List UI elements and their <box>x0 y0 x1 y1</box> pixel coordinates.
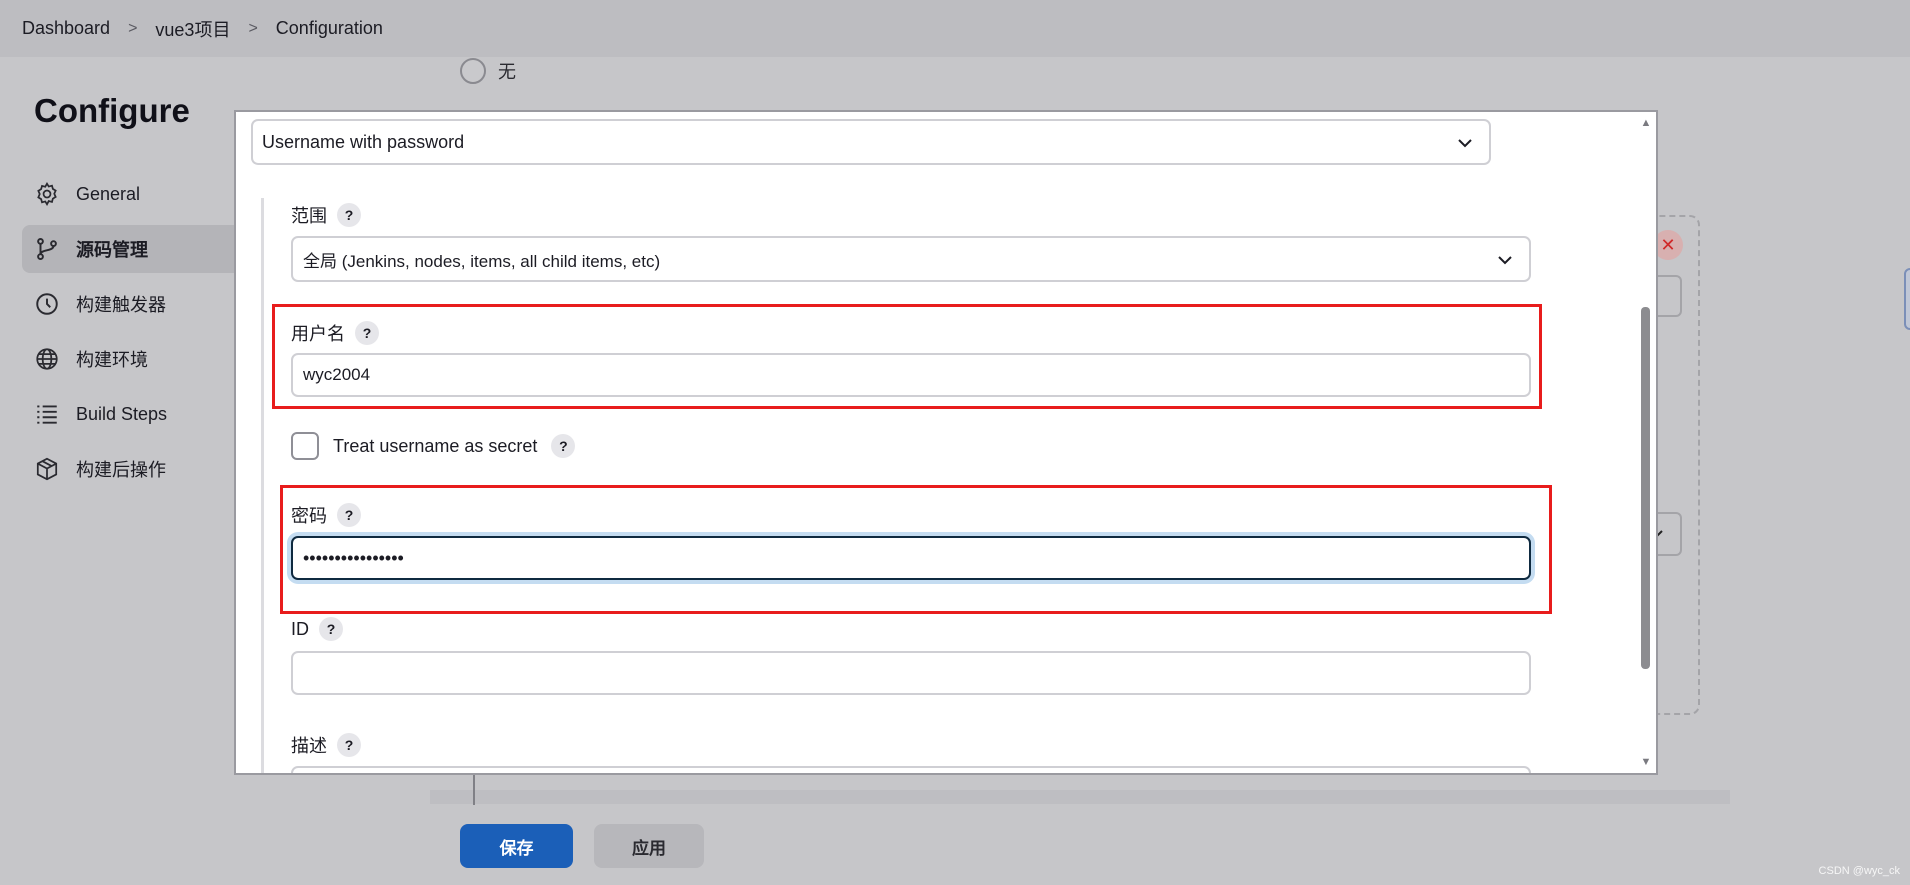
field-group-bar <box>261 198 264 773</box>
username-secret-row: Treat username as secret ? <box>291 432 576 460</box>
divider <box>473 770 475 805</box>
description-label-text: 描述 <box>291 736 327 756</box>
source-none-radio[interactable]: 无 <box>460 58 516 84</box>
dialog-content: Username with password 范围 ? 全局 (Jenkins,… <box>236 112 1640 773</box>
branch-icon <box>34 236 60 262</box>
password-label: 密码 ? <box>291 502 361 528</box>
divider <box>430 790 1730 804</box>
help-icon[interactable]: ? <box>319 617 343 641</box>
id-label: ID ? <box>291 617 343 641</box>
scroll-up-icon[interactable]: ▲ <box>1640 117 1652 129</box>
clock-icon <box>34 291 60 317</box>
description-input[interactable] <box>291 766 1531 773</box>
id-label-text: ID <box>291 618 309 639</box>
username-secret-label: Treat username as secret <box>333 435 538 456</box>
sidebar-item-label: 构建触发器 <box>76 295 166 315</box>
sidebar-item-label: General <box>76 183 141 204</box>
watermark: CSDN @wyc_ck <box>1818 865 1900 877</box>
page-title: Configure <box>34 92 190 129</box>
sidebar-item-label: 构建环境 <box>76 350 148 370</box>
gear-icon <box>34 181 60 207</box>
breadcrumb-project[interactable]: vue3项目 <box>155 16 230 42</box>
sidebar-item-label: 源码管理 <box>76 240 148 260</box>
credential-kind-select[interactable]: Username with password <box>251 119 1491 165</box>
chevron-down-icon <box>1495 250 1515 270</box>
help-icon[interactable]: ? <box>551 434 576 458</box>
help-icon[interactable]: ? <box>337 203 361 227</box>
sidebar-item-source-control[interactable]: 源码管理 <box>22 225 242 273</box>
kind-select-value: Username with password <box>262 131 465 152</box>
breadcrumb-separator: > <box>248 19 258 37</box>
sidebar-item-post-build[interactable]: 构建后操作 <box>22 445 242 493</box>
help-icon[interactable]: ? <box>355 321 379 345</box>
breadcrumb-dashboard[interactable]: Dashboard <box>22 18 110 39</box>
scrollbar-thumb[interactable] <box>1641 307 1650 669</box>
background-edge-control <box>1904 268 1910 330</box>
breadcrumb-separator: > <box>128 19 138 37</box>
scope-select-value: 全局 (Jenkins, nodes, items, all child ite… <box>303 251 661 271</box>
password-input[interactable]: •••••••••••••••• <box>291 536 1531 580</box>
help-icon[interactable]: ? <box>337 733 361 757</box>
breadcrumb-configuration[interactable]: Configuration <box>276 18 383 39</box>
radio-circle[interactable] <box>460 58 486 84</box>
sidebar-item-build-environment[interactable]: 构建环境 <box>22 335 242 383</box>
radio-label: 无 <box>498 62 516 82</box>
breadcrumb: Dashboard > vue3项目 > Configuration <box>0 0 1910 57</box>
id-input[interactable] <box>291 651 1531 695</box>
add-credentials-dialog: Username with password 范围 ? 全局 (Jenkins,… <box>234 110 1658 775</box>
globe-icon <box>34 346 60 372</box>
help-icon[interactable]: ? <box>337 503 361 527</box>
password-value: •••••••••••••••• <box>303 547 404 568</box>
description-label: 描述 ? <box>291 732 361 758</box>
username-input[interactable]: wyc2004 <box>291 353 1531 397</box>
dialog-scrollbar[interactable]: ▲ ▼ <box>1638 112 1656 773</box>
scope-label: 范围 ? <box>291 202 361 228</box>
package-icon <box>34 456 60 482</box>
username-label-text: 用户名 <box>291 324 345 344</box>
save-button[interactable]: 保存 <box>460 824 573 868</box>
chevron-down-icon <box>1455 133 1475 153</box>
sidebar-item-general[interactable]: General <box>22 170 242 218</box>
password-label-text: 密码 <box>291 506 327 526</box>
scope-label-text: 范围 <box>291 206 327 226</box>
username-secret-checkbox[interactable] <box>291 432 319 460</box>
list-icon <box>34 401 60 427</box>
sidebar-item-build-triggers[interactable]: 构建触发器 <box>22 280 242 328</box>
username-value: wyc2004 <box>303 365 371 384</box>
sidebar-item-label: 构建后操作 <box>76 460 166 480</box>
scope-select[interactable]: 全局 (Jenkins, nodes, items, all child ite… <box>291 236 1531 282</box>
apply-button[interactable]: 应用 <box>594 824 704 868</box>
sidebar-item-build-steps[interactable]: Build Steps <box>22 390 242 438</box>
sidebar: General 源码管理 构建触发器 构建环境 Build Steps 构建后操… <box>22 170 242 500</box>
username-label: 用户名 ? <box>291 320 379 346</box>
scroll-down-icon[interactable]: ▼ <box>1640 756 1652 768</box>
sidebar-item-label: Build Steps <box>76 403 168 424</box>
